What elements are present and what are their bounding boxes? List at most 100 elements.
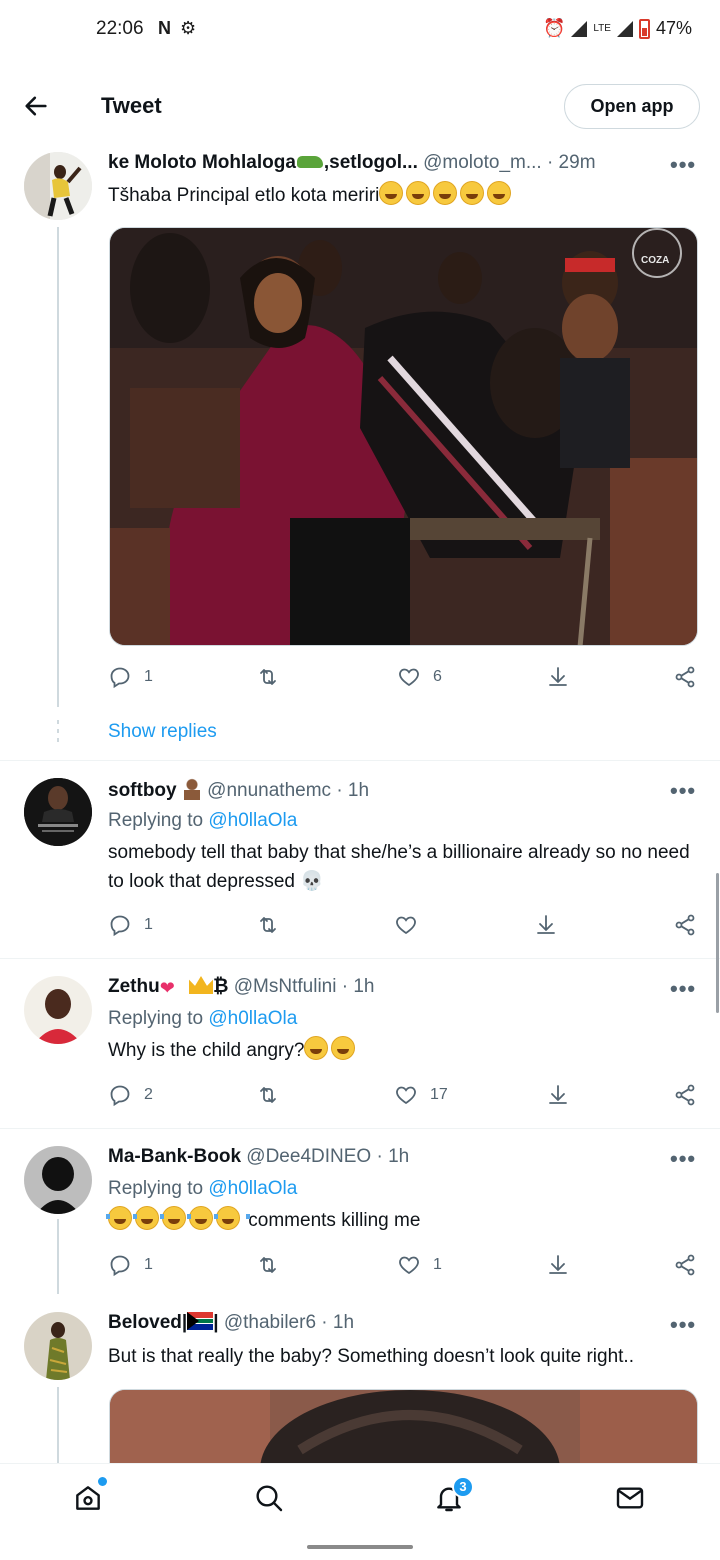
avatar[interactable] [24,152,92,220]
download-icon [549,1255,567,1274]
tweet-text: Tšhaba Principal etlo kota meriri [108,181,698,210]
replying-mention[interactable]: @h0llaOla [208,1008,297,1029]
mail-icon [616,1487,644,1509]
south-africa-flag-icon [187,1312,214,1330]
user-handle[interactable]: @thabiler6 [224,1312,316,1333]
like-button[interactable] [394,913,418,937]
tweet-4[interactable]: Ma-Bank-Book @Dee4DINEO · 1h ••• Replyin… [0,1129,720,1294]
like-count: 17 [430,1086,448,1103]
tweet-time: · 1h [321,1312,355,1333]
user-name[interactable]: Zethu [108,976,160,997]
tweet-2[interactable]: softboy @nnunathemc · 1h ••• Replying to… [0,761,720,958]
user-name[interactable]: Ma-Bank-Book [108,1146,241,1167]
home-indicator[interactable] [307,1545,413,1549]
back-arrow-icon[interactable] [22,92,52,122]
user-name[interactable]: softboy [108,780,177,801]
avatar[interactable] [24,778,92,846]
like-button[interactable]: 17 [394,1083,448,1107]
nav-home[interactable] [72,1482,108,1518]
more-icon[interactable]: ••• [670,976,696,1002]
share-icon [675,666,695,688]
person-emoji-icon [181,778,202,800]
retweet-button[interactable] [256,1083,280,1107]
user-handle[interactable]: @moloto_m... [423,152,542,173]
share-icon [675,1084,695,1106]
tweet-header: Zethu❤ ₿ @MsNtfulini · 1h [108,976,375,998]
status-bar: 22:06 N ⚙ ⏰ LTE 47% [0,0,720,60]
user-name-suffix[interactable]: ₿ [213,976,228,997]
rofl-emoji-icon [304,1036,329,1060]
tweet-photo[interactable] [109,1389,698,1463]
more-icon[interactable]: ••• [670,152,696,178]
replying-mention[interactable]: @h0llaOla [208,1178,297,1199]
retweet-icon [260,917,276,933]
show-replies-link[interactable]: Show replies [108,721,217,743]
user-name[interactable]: ke Moloto Mohlaloga [108,152,296,173]
replying-prefix: Replying to [108,1178,204,1199]
bottom-nav: 3 [0,1463,720,1535]
share-button[interactable] [673,1083,697,1107]
reply-button[interactable]: 2 [108,1083,153,1107]
notifications-badge: 3 [452,1476,474,1498]
replying-mention[interactable]: @h0llaOla [208,810,297,831]
download-button[interactable] [546,1253,570,1277]
open-app-button[interactable]: Open app [564,84,700,129]
more-icon[interactable]: ••• [670,1312,696,1338]
tweet-1[interactable]: ke Moloto Mohlaloga ,setlogol... @moloto_… [0,145,720,760]
user-name-suffix[interactable]: | [213,1312,218,1333]
status-right: ⏰ LTE 47% [543,18,692,39]
replying-to: Replying to @h0llaOla [108,1178,297,1200]
tweet-photo[interactable]: COZA [109,227,698,646]
scrollbar[interactable] [716,873,719,1013]
share-button[interactable] [673,665,697,689]
tweet-header: ke Moloto Mohlaloga ,setlogol... @moloto_… [108,152,596,174]
avatar[interactable] [24,1146,92,1214]
reply-button[interactable]: 1 [108,913,153,937]
tears-of-joy-emoji-icon [214,1206,250,1230]
retweet-icon [260,1257,276,1273]
user-handle[interactable]: @Dee4DINEO [246,1146,371,1167]
replying-to: Replying to @h0llaOla [108,1008,297,1030]
reply-button[interactable]: 1 [108,665,153,689]
reply-count: 1 [144,916,153,933]
reply-icon [110,1085,130,1107]
tweet-text: Why is the child angry? [108,1036,698,1065]
user-handle[interactable]: @MsNtfulini [234,976,337,997]
notification-icons: N ⚙ [158,18,199,38]
tweet-text-content: Why is the child angry? [108,1040,305,1061]
user-name[interactable]: Beloved| [108,1312,187,1333]
user-handle[interactable]: @nnunathemc [207,780,331,801]
like-button[interactable]: 1 [397,1253,442,1277]
share-button[interactable] [673,913,697,937]
retweet-button[interactable] [256,665,280,689]
like-button[interactable]: 6 [397,665,442,689]
tweet-5[interactable]: Beloved| | @thabiler6 · 1h ••• But is tha… [0,1295,720,1463]
tweet-actions: 2 17 [108,1083,700,1113]
share-button[interactable] [673,1253,697,1277]
download-icon [537,915,555,934]
tweet-text-content: comments killing me [248,1210,421,1231]
more-icon[interactable]: ••• [670,1146,696,1172]
more-icon[interactable]: ••• [670,778,696,804]
download-button[interactable] [546,1083,570,1107]
avatar[interactable] [24,976,92,1044]
reply-button[interactable]: 1 [108,1253,153,1277]
download-button[interactable] [546,665,570,689]
replying-prefix: Replying to [108,810,204,831]
status-time: 22:06 [96,18,144,39]
app-header: Tweet Open app [0,70,720,140]
crown-emoji-icon [189,976,213,994]
nav-messages[interactable] [614,1482,650,1518]
tweet-header: Ma-Bank-Book @Dee4DINEO · 1h [108,1146,409,1168]
tweet-text: somebody tell that baby that she/he’s a … [108,842,690,892]
rofl-emoji-icon [433,181,458,205]
retweet-button[interactable] [256,1253,280,1277]
user-name-suffix[interactable]: ,setlogol... [324,152,418,173]
avatar[interactable] [24,1312,92,1380]
tweet-3[interactable]: Zethu❤ ₿ @MsNtfulini · 1h ••• Replying t… [0,959,720,1127]
download-button[interactable] [534,913,558,937]
tweet-header: softboy @nnunathemc · 1h [108,778,369,802]
nav-search[interactable] [253,1482,289,1518]
reply-count: 1 [144,1256,153,1273]
retweet-button[interactable] [256,913,280,937]
